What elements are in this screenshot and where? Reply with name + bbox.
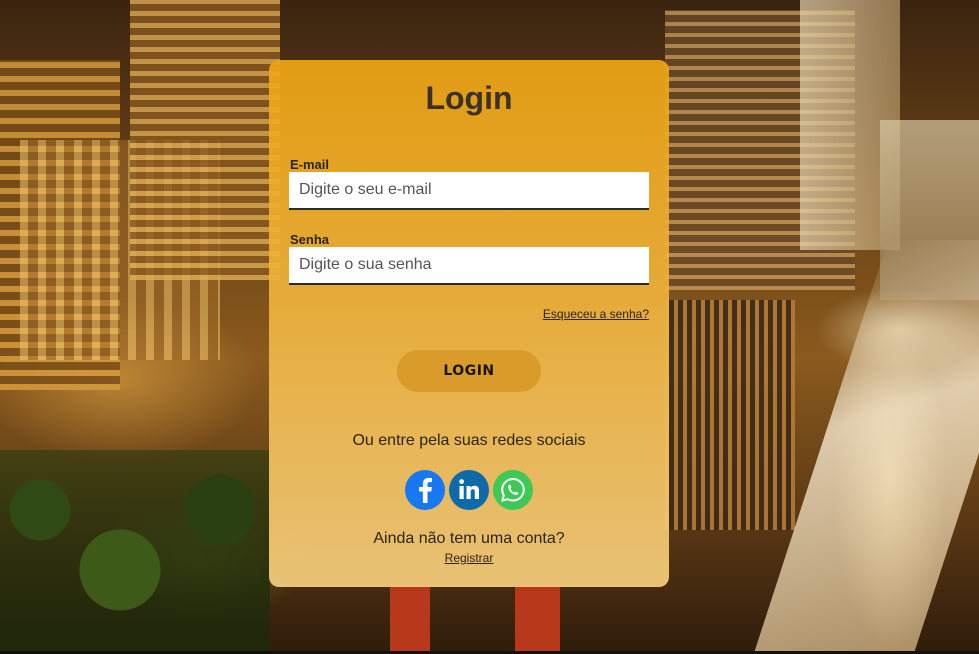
background-building xyxy=(130,0,280,280)
linkedin-login-button[interactable] xyxy=(449,470,489,510)
register-link[interactable]: Registrar xyxy=(445,551,494,565)
password-label: Senha xyxy=(290,232,330,247)
whatsapp-icon xyxy=(501,477,525,502)
linkedin-icon xyxy=(459,479,479,499)
background-museum-pillar xyxy=(390,585,430,654)
social-login-buttons xyxy=(269,470,669,510)
email-label: E-mail xyxy=(290,157,330,172)
forgot-password-link[interactable]: Esqueceu a senha? xyxy=(543,307,649,321)
password-input[interactable] xyxy=(289,247,649,285)
register-container: Registrar xyxy=(269,551,669,565)
login-button[interactable]: LOGIN xyxy=(397,350,541,392)
login-title: Login xyxy=(425,80,513,116)
no-account-text: Ainda não tem uma conta? xyxy=(373,530,565,547)
login-card: Login E-mail Senha Esqueceu a senha? LOG… xyxy=(269,60,669,587)
background-trees xyxy=(0,450,270,654)
email-input[interactable] xyxy=(289,172,649,210)
facebook-login-button[interactable] xyxy=(405,470,445,510)
facebook-icon xyxy=(419,477,432,503)
background-museum-pillar xyxy=(515,585,560,654)
background-building xyxy=(665,300,795,530)
whatsapp-login-button[interactable] xyxy=(493,470,533,510)
social-login-prompt: Ou entre pela suas redes sociais xyxy=(352,432,586,449)
login-page: Login E-mail Senha Esqueceu a senha? LOG… xyxy=(0,0,979,654)
